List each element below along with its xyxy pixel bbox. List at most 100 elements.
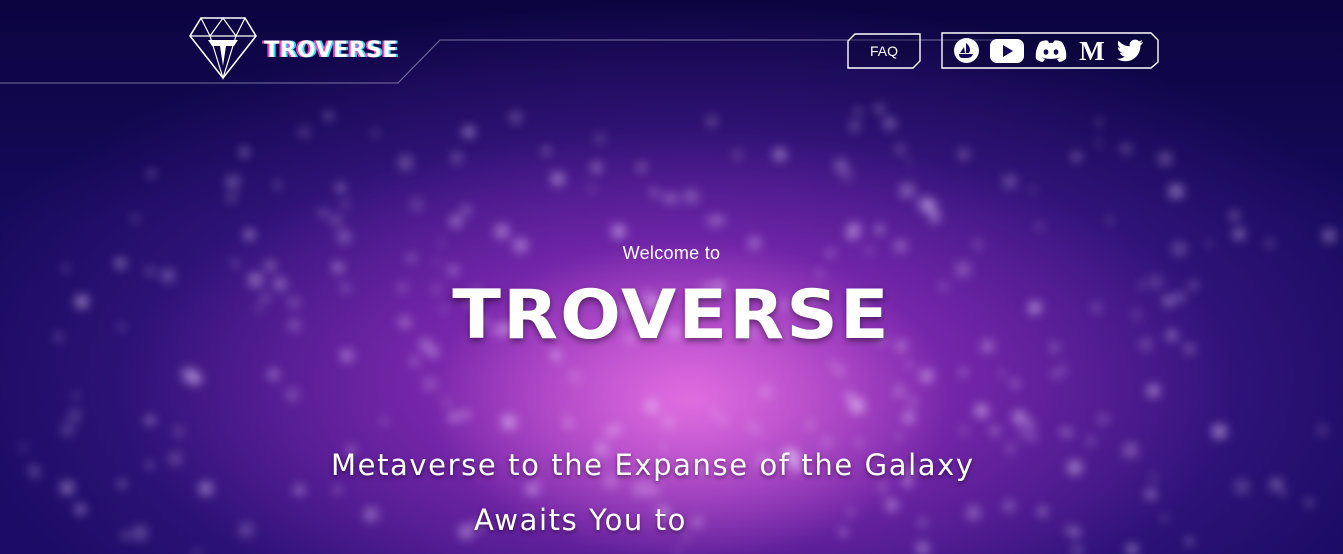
galaxy-star bbox=[118, 480, 126, 488]
galaxy-star bbox=[1126, 544, 1138, 554]
galaxy-star bbox=[875, 104, 884, 113]
galaxy-star bbox=[674, 548, 681, 554]
galaxy-star bbox=[20, 444, 27, 451]
galaxy-star bbox=[1003, 175, 1017, 188]
logo[interactable]: TROVERSE bbox=[188, 16, 398, 80]
page: TROVERSE FAQ M Welcome to TROVERSE Metav… bbox=[0, 0, 1343, 554]
galaxy-star bbox=[551, 172, 565, 186]
diamond-logo-icon bbox=[189, 16, 257, 80]
galaxy-star bbox=[564, 420, 573, 428]
galaxy-star bbox=[909, 397, 917, 405]
galaxy-star bbox=[754, 427, 761, 434]
galaxy-star bbox=[650, 188, 659, 197]
galaxy-star bbox=[542, 147, 551, 155]
galaxy-star bbox=[1317, 425, 1328, 436]
galaxy-star bbox=[1096, 118, 1103, 126]
galaxy-star bbox=[336, 183, 345, 192]
galaxy-star bbox=[510, 111, 522, 123]
galaxy-star bbox=[461, 205, 472, 215]
galaxy-star bbox=[121, 532, 129, 540]
galaxy-star bbox=[848, 509, 855, 516]
galaxy-star bbox=[1147, 384, 1160, 397]
faq-button[interactable]: FAQ bbox=[847, 33, 921, 69]
galaxy-star bbox=[240, 148, 249, 156]
galaxy-star bbox=[181, 367, 196, 382]
galaxy-star bbox=[319, 209, 327, 217]
galaxy-star bbox=[956, 262, 971, 277]
galaxy-star bbox=[747, 421, 754, 429]
galaxy-star bbox=[929, 211, 941, 223]
galaxy-star bbox=[900, 183, 914, 198]
galaxy-star bbox=[875, 225, 884, 234]
galaxy-star bbox=[268, 369, 279, 380]
galaxy-star bbox=[885, 499, 898, 511]
galaxy-star bbox=[1036, 224, 1043, 230]
galaxy-star bbox=[905, 360, 914, 369]
social-links: M bbox=[941, 32, 1159, 69]
galaxy-star bbox=[1280, 490, 1288, 498]
galaxy-star bbox=[60, 423, 74, 437]
galaxy-star bbox=[1072, 546, 1083, 554]
faq-label: FAQ bbox=[869, 43, 898, 59]
medium-icon[interactable]: M bbox=[1077, 37, 1107, 64]
galaxy-star bbox=[1233, 228, 1245, 240]
galaxy-star bbox=[1186, 538, 1193, 545]
galaxy-star bbox=[146, 462, 153, 469]
galaxy-star bbox=[448, 265, 458, 275]
galaxy-star bbox=[645, 399, 659, 413]
galaxy-star bbox=[1306, 499, 1313, 506]
galaxy-star bbox=[692, 517, 703, 528]
galaxy-star bbox=[1067, 460, 1082, 475]
galaxy-star bbox=[1230, 211, 1239, 221]
galaxy-star bbox=[324, 111, 333, 120]
galaxy-star bbox=[1120, 143, 1132, 154]
galaxy-star bbox=[1145, 488, 1156, 500]
discord-icon[interactable] bbox=[1034, 37, 1068, 64]
galaxy-star bbox=[461, 410, 470, 419]
galaxy-star bbox=[591, 162, 602, 173]
galaxy-star bbox=[759, 385, 773, 398]
svg-text:M: M bbox=[1079, 38, 1104, 64]
galaxy-star bbox=[381, 417, 388, 425]
galaxy-star bbox=[839, 528, 848, 536]
galaxy-star bbox=[449, 215, 462, 228]
welcome-text: Welcome to bbox=[622, 243, 721, 263]
galaxy-star bbox=[1161, 515, 1168, 521]
galaxy-star bbox=[916, 542, 930, 554]
galaxy-star bbox=[1030, 434, 1037, 441]
youtube-icon[interactable] bbox=[989, 37, 1025, 64]
galaxy-star bbox=[856, 439, 863, 446]
galaxy-star bbox=[285, 388, 299, 402]
galaxy-star bbox=[274, 182, 281, 188]
galaxy-star bbox=[244, 229, 255, 240]
galaxy-star bbox=[1087, 437, 1095, 445]
galaxy-star bbox=[1106, 217, 1113, 224]
galaxy-star bbox=[199, 482, 213, 495]
tagline-line-1: Metaverse to the Expanse of the Galaxy bbox=[331, 448, 975, 482]
galaxy-star bbox=[884, 117, 896, 130]
galaxy-star bbox=[612, 224, 626, 238]
galaxy-star bbox=[145, 266, 156, 277]
opensea-icon[interactable] bbox=[953, 37, 980, 64]
galaxy-star bbox=[902, 411, 915, 424]
galaxy-star bbox=[829, 360, 838, 369]
galaxy-star bbox=[720, 417, 728, 425]
galaxy-star bbox=[1212, 424, 1227, 439]
galaxy-star bbox=[459, 524, 474, 539]
galaxy-star bbox=[502, 415, 516, 430]
galaxy-star bbox=[449, 412, 459, 422]
galaxy-star bbox=[605, 428, 614, 437]
galaxy-star bbox=[68, 409, 81, 422]
galaxy-star bbox=[1006, 444, 1015, 453]
galaxy-star bbox=[710, 408, 720, 418]
galaxy-star bbox=[334, 486, 342, 494]
galaxy-star bbox=[960, 426, 969, 435]
galaxy-star bbox=[848, 222, 861, 236]
galaxy-star bbox=[495, 224, 509, 239]
galaxy-star bbox=[409, 356, 420, 367]
galaxy-star bbox=[685, 190, 698, 203]
twitter-icon[interactable] bbox=[1116, 37, 1144, 64]
galaxy-star bbox=[633, 482, 647, 496]
galaxy-star bbox=[147, 170, 155, 177]
galaxy-star bbox=[1158, 152, 1172, 165]
